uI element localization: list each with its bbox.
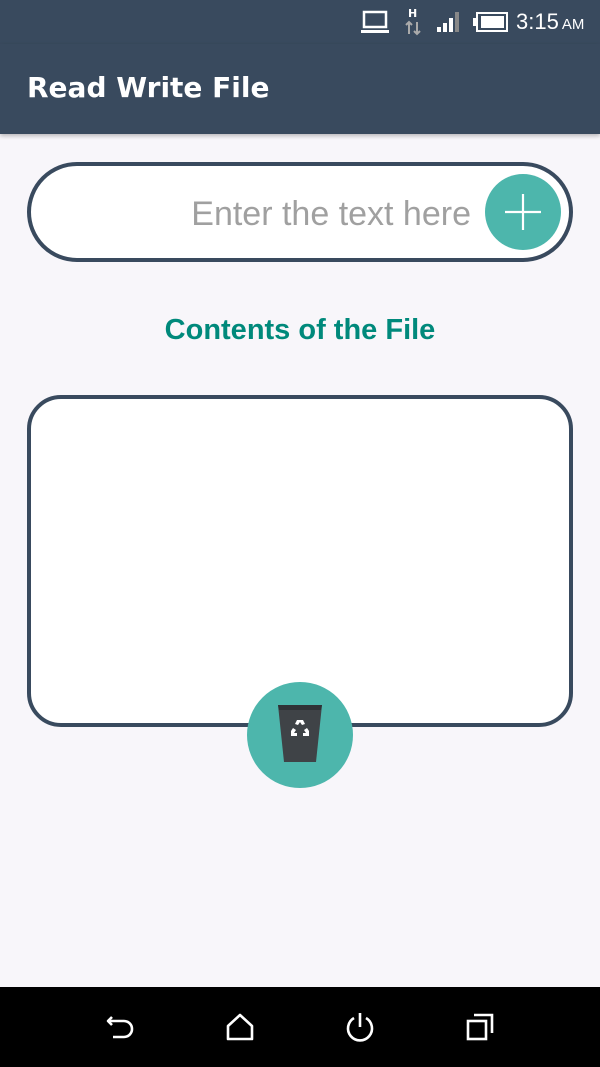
plus-icon — [505, 194, 541, 230]
text-input[interactable] — [91, 186, 471, 242]
navigation-bar — [0, 987, 600, 1067]
app-bar: Read Write File — [0, 44, 600, 134]
delete-button[interactable] — [247, 682, 353, 788]
recycle-bin-icon — [278, 705, 322, 762]
home-icon[interactable] — [224, 1011, 256, 1043]
app-title: Read Write File — [27, 71, 270, 104]
back-icon[interactable] — [104, 1011, 136, 1043]
status-bar: H 3:15 AM — [0, 0, 600, 44]
recents-icon[interactable] — [464, 1011, 496, 1043]
signal-icon — [437, 12, 459, 32]
add-button[interactable] — [485, 174, 561, 250]
battery-icon — [473, 12, 508, 32]
svg-text:H: H — [408, 7, 417, 20]
file-contents-box — [27, 395, 573, 727]
status-time: 3:15 AM — [516, 9, 584, 35]
clock-ampm: AM — [561, 16, 585, 33]
contents-heading: Contents of the File — [164, 314, 436, 346]
network-h-icon: H — [405, 7, 421, 36]
text-input-container — [27, 162, 573, 262]
laptop-icon — [361, 10, 389, 33]
clock-time: 3:15 — [516, 9, 559, 34]
power-icon[interactable] — [344, 1011, 376, 1043]
